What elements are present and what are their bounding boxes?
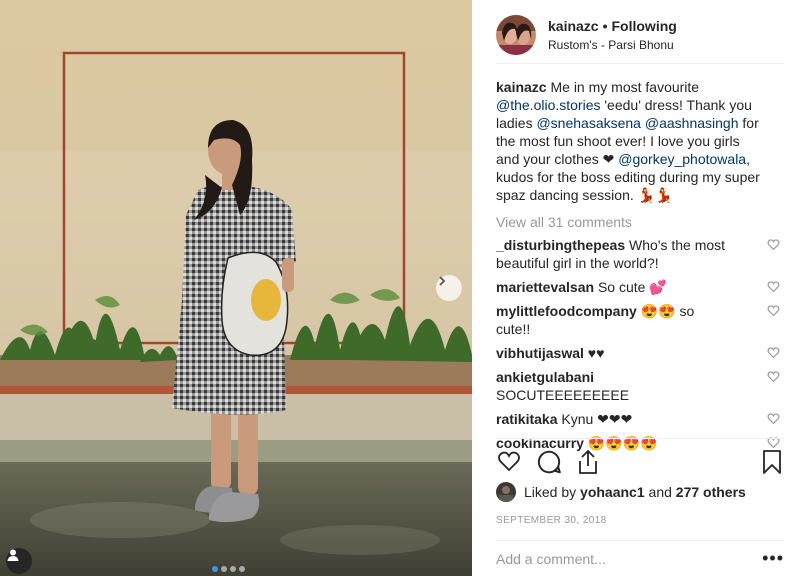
comment-text: Kynu ❤❤❤ [557,411,633,427]
mention-link[interactable]: @the.olio.stories [496,97,600,113]
comment-username[interactable]: mariettevalsan [496,279,594,295]
view-all-comments-link[interactable]: View all 31 comments [496,214,760,230]
next-photo-button[interactable] [436,275,462,301]
post-photo[interactable] [0,0,472,576]
mention-link[interactable]: @snehasaksena [536,115,641,131]
comment-item: vibhutijaswal ♥♥ [496,344,780,362]
heart-icon[interactable] [767,237,780,255]
heart-icon[interactable] [767,369,780,387]
likes-prefix: Liked by [524,484,577,500]
carousel-dot [221,566,227,572]
comment-username[interactable]: vibhutijaswal [496,345,584,361]
carousel-dot-active [212,566,218,572]
likes-count-link[interactable]: 277 others [676,484,746,500]
comment-username[interactable]: ratikitaka [496,411,557,427]
post-caption: kainazc Me in my most favourite @the.oli… [496,78,760,204]
location-link[interactable]: Rustom's - Parsi Bhonu [548,38,677,52]
mention-link[interactable]: @aashnasingh [645,115,739,131]
author-avatar[interactable] [496,14,536,55]
more-options-icon[interactable]: ••• [756,548,784,569]
heart-icon[interactable] [767,411,780,429]
post-sidebar: kainazc • Following Rustom's - Parsi Bhonu… [472,0,788,576]
comment-item: ratikitaka Kynu ❤❤❤ [496,410,780,428]
post-date[interactable]: SEPTEMBER 30, 2018 [496,515,607,526]
likes-middle: and [648,484,672,500]
following-button[interactable]: Following [612,18,677,34]
post-header: kainazc • Following Rustom's - Parsi Bhonu [496,6,784,64]
heart-icon[interactable] [767,279,780,297]
comment-icon[interactable] [536,449,562,478]
add-comment-input[interactable] [496,550,757,567]
comment-item: _disturbingthepeas Who's the most beauti… [496,236,780,272]
comment-item: mylittlefoodcompany 😍😍 so cute!! [496,302,780,338]
comment-username[interactable]: _disturbingthepeas [496,237,625,253]
author-username[interactable]: kainazc [548,18,599,34]
comment-item: ankietgulabani SOCUTEEEEEEEEE [496,368,780,404]
user-tag-button[interactable] [6,548,32,574]
heart-icon[interactable] [767,303,780,321]
comment-text: ♥♥ [583,345,605,361]
carousel-dot [230,566,236,572]
photo-illustration [0,0,472,576]
comment-item: mariettevalsan So cute 💕 [496,278,780,296]
separator-dot: • [602,17,608,34]
share-icon[interactable] [576,449,600,478]
post-actions [496,438,784,480]
comment-username[interactable]: ankietgulabani [496,369,594,385]
bookmark-icon[interactable] [762,449,782,478]
caption-author[interactable]: kainazc [496,79,547,95]
comment-username[interactable]: mylittlefoodcompany [496,303,637,319]
likes-summary: Liked by yohaanc1 and 277 others [496,482,746,502]
comments-section: kainazc Me in my most favourite @the.oli… [496,78,780,452]
liker-username[interactable]: yohaanc1 [580,484,645,500]
comment-text: So cute 💕 [594,279,667,295]
comment-text: SOCUTEEEEEEEEE [496,387,630,403]
liker-avatar[interactable] [496,482,516,502]
heart-icon[interactable] [496,449,522,476]
add-comment-bar: ••• [496,540,784,576]
carousel-indicator [212,566,245,572]
heart-icon[interactable] [767,345,780,363]
carousel-dot [239,566,245,572]
caption-text: Me in my most favourite [546,79,700,95]
mention-link[interactable]: @gorkey_photowala [618,151,746,167]
